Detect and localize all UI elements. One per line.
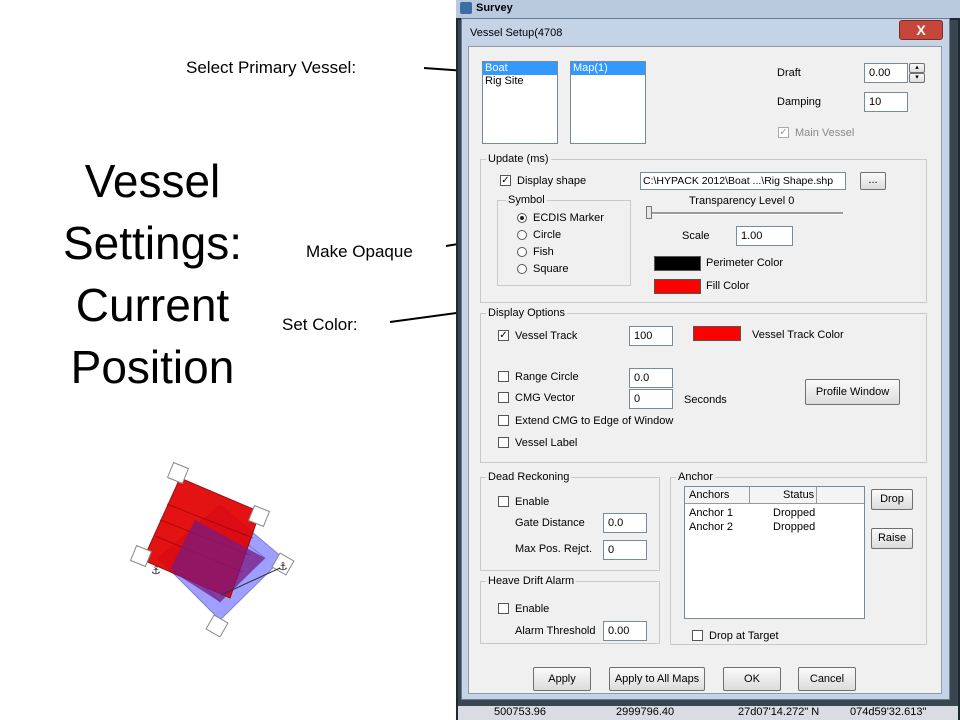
symbol-label-fish: Fish: [533, 246, 554, 258]
map-list-item[interactable]: Map(1): [571, 62, 645, 75]
symbol-radio-square[interactable]: [517, 264, 527, 274]
gate-distance-label: Gate Distance: [515, 517, 585, 529]
survey-titlebar: Survey: [456, 0, 960, 18]
anchor-col-anchors[interactable]: Anchors: [689, 489, 729, 501]
status-easting: 500753.96: [494, 706, 546, 718]
map-list[interactable]: Map(1): [570, 61, 646, 144]
damping-label: Damping: [777, 96, 822, 108]
heave-drift-label: Heave Drift Alarm: [486, 575, 577, 587]
cancel-button[interactable]: Cancel: [798, 667, 856, 691]
damping-input[interactable]: 10: [864, 92, 908, 112]
display-options-label: Display Options: [486, 307, 568, 319]
ok-button[interactable]: OK: [723, 667, 781, 691]
browse-button[interactable]: ...: [860, 172, 886, 190]
survey-status-row: 500753.96 2999796.40 27d07'14.272" N 074…: [458, 706, 958, 720]
range-circle-checkbox[interactable]: [498, 371, 509, 382]
vessel-list[interactable]: Boat Rig Site: [482, 61, 558, 144]
symbol-label-ecdis: ECDIS Marker: [533, 212, 604, 224]
draft-input[interactable]: 0.00: [864, 63, 908, 83]
extend-cmg-checkbox[interactable]: [498, 415, 509, 426]
vessel-track-checkbox[interactable]: ✓: [498, 330, 509, 341]
gate-distance-input[interactable]: 0.0: [603, 513, 647, 533]
display-shape-label: Display shape: [517, 175, 587, 187]
vessel-track-color-label: Vessel Track Color: [752, 329, 844, 341]
symbol-radio-ecdis[interactable]: [517, 213, 527, 223]
scale-input[interactable]: 1.00: [736, 226, 793, 246]
symbol-label-circle: Circle: [533, 229, 562, 241]
close-button[interactable]: X: [899, 20, 943, 40]
heave-drift-enable-label: Enable: [515, 603, 550, 615]
status-longitude: 074d59'32.613": [850, 706, 927, 718]
max-pos-input[interactable]: 0: [603, 540, 647, 560]
symbol-radio-circle[interactable]: [517, 230, 527, 240]
vessel-list-item-boat[interactable]: Boat: [483, 62, 557, 75]
display-shape-checkbox[interactable]: ✓: [500, 175, 511, 186]
anchor-col-status[interactable]: Status: [783, 489, 814, 501]
anchor-status: Dropped: [773, 521, 816, 533]
vessel-label-checkbox[interactable]: [498, 437, 509, 448]
column-divider: [749, 487, 750, 503]
anchor-group-label: Anchor: [676, 471, 715, 483]
draft-spin-down[interactable]: ▾: [909, 73, 925, 83]
transparency-slider-track[interactable]: [648, 212, 843, 215]
cmg-vector-checkbox[interactable]: [498, 392, 509, 403]
cmg-vector-label: CMG Vector: [515, 392, 575, 404]
perimeter-color-swatch[interactable]: [654, 256, 701, 271]
anchor-table[interactable]: Anchors Status Anchor 1 Dropped Anchor 2…: [684, 486, 865, 619]
profile-window-button[interactable]: Profile Window: [805, 379, 900, 405]
drop-at-target-label: Drop at Target: [709, 630, 779, 642]
vessel-label-label: Vessel Label: [515, 437, 578, 449]
heave-drift-enable-checkbox[interactable]: [498, 603, 509, 614]
apply-button[interactable]: Apply: [533, 667, 591, 691]
transparency-slider-thumb[interactable]: [646, 206, 652, 219]
dialog-title: Vessel Setup(4708: [470, 27, 563, 39]
fill-color-swatch[interactable]: [654, 279, 701, 294]
alarm-threshold-input[interactable]: 0.00: [603, 621, 647, 641]
app-title: Survey: [476, 2, 513, 14]
seconds-label: Seconds: [684, 394, 727, 406]
perimeter-color-label: Perimeter Color: [706, 257, 784, 269]
draft-spin-up[interactable]: ▴: [909, 63, 925, 73]
symbol-radio-fish[interactable]: [517, 247, 527, 257]
vessel-track-color-swatch[interactable]: [693, 326, 741, 341]
symbol-label-square: Square: [533, 263, 569, 275]
extend-cmg-label: Extend CMG to Edge of Window: [515, 415, 674, 427]
max-pos-label: Max Pos. Rejct.: [515, 543, 593, 555]
cmg-vector-input[interactable]: 0: [629, 389, 673, 409]
drop-at-target-checkbox[interactable]: [692, 630, 703, 641]
shape-path-field[interactable]: C:\HYPACK 2012\Boat ...\Rig Shape.shp: [640, 172, 846, 190]
main-vessel-checkbox[interactable]: ✓: [778, 127, 789, 138]
range-circle-label: Range Circle: [515, 371, 579, 383]
vessel-track-input[interactable]: 100: [629, 326, 673, 346]
vessel-list-item-rig-site[interactable]: Rig Site: [483, 75, 557, 88]
status-northing: 2999796.40: [616, 706, 675, 718]
symbol-group-label: Symbol: [506, 194, 547, 206]
dead-reckoning-enable-checkbox[interactable]: [498, 496, 509, 507]
anchor-name: Anchor 1: [689, 507, 734, 519]
table-row[interactable]: Anchor 1 Dropped: [685, 507, 815, 521]
column-divider: [816, 487, 817, 503]
update-group-label: Update (ms): [486, 153, 551, 165]
vessel-track-label: Vessel Track: [515, 330, 578, 342]
drop-button[interactable]: Drop: [871, 489, 913, 510]
anchor-status: Dropped: [773, 507, 816, 519]
alarm-threshold-label: Alarm Threshold: [515, 625, 596, 637]
app-icon: [460, 2, 472, 14]
dead-reckoning-label: Dead Reckoning: [486, 471, 572, 483]
range-circle-input[interactable]: 0.0: [629, 368, 673, 388]
fill-color-label: Fill Color: [706, 280, 750, 292]
transparency-label: Transparency Level 0: [689, 195, 795, 207]
dead-reckoning-enable-label: Enable: [515, 496, 550, 508]
table-row[interactable]: Anchor 2 Dropped: [685, 521, 815, 535]
scale-label: Scale: [682, 230, 710, 242]
draft-label: Draft: [777, 67, 801, 79]
status-latitude: 27d07'14.272" N: [738, 706, 820, 718]
anchor-table-header: Anchors Status: [685, 487, 864, 504]
anchor-name: Anchor 2: [689, 521, 734, 533]
apply-to-all-maps-button[interactable]: Apply to All Maps: [609, 667, 705, 691]
main-vessel-label: Main Vessel: [795, 127, 855, 139]
raise-button[interactable]: Raise: [871, 528, 913, 549]
